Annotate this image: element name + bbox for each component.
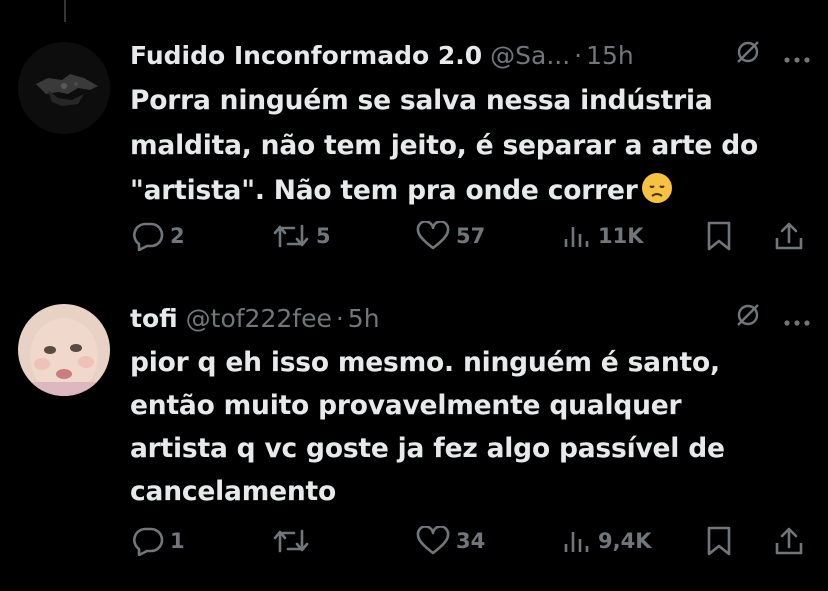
like-count: 57 <box>456 224 486 248</box>
reply-icon <box>133 527 164 556</box>
retweet-button[interactable]: 5 <box>272 222 331 250</box>
author-name[interactable]: Fudido Inconformado 2.0 <box>130 41 482 70</box>
dot-separator: · <box>335 303 344 333</box>
views-button[interactable]: 11K <box>562 221 644 251</box>
views-icon <box>564 227 589 247</box>
retweet-count: 5 <box>316 224 331 248</box>
like-icon <box>416 221 450 250</box>
tweet-text-line: cancelamento <box>130 476 337 507</box>
bookmark-icon <box>707 221 731 251</box>
avatar[interactable] <box>18 42 110 134</box>
tweet-text-line: maldita, não tem jeito, é separar a arte… <box>130 130 758 161</box>
tweet-text-line: então muito provavelmente qualquer <box>130 390 682 421</box>
author-handle[interactable]: @tof222fee <box>186 304 332 333</box>
grok-icon[interactable] <box>734 38 762 72</box>
tweet-text-line: pior q eh isso mesmo. ninguém é santo, <box>130 347 720 378</box>
tweet-text: pior q eh isso mesmo. ninguém é santo, e… <box>130 341 810 513</box>
views-icon <box>564 532 589 552</box>
share-button[interactable] <box>774 220 804 252</box>
like-icon <box>416 526 450 555</box>
thread-line <box>64 0 66 22</box>
reply-icon <box>133 222 164 251</box>
tweet-text-line: Porra ninguém se salva nessa indústria <box>130 85 713 116</box>
views-count: 11K <box>598 224 644 248</box>
reply-count: 2 <box>170 224 185 248</box>
retweet-icon <box>273 224 309 248</box>
disappointed-face-emoji <box>641 173 672 203</box>
share-icon <box>775 527 803 555</box>
reply-button[interactable]: 2 <box>132 221 185 251</box>
avatar[interactable] <box>18 304 110 396</box>
author-name[interactable]: tofi <box>130 304 178 333</box>
retweet-button[interactable] <box>272 527 316 555</box>
more-icon[interactable] <box>784 304 810 333</box>
dot-separator: · <box>574 40 583 70</box>
tweet-text-line: artista q vc goste ja fez algo passível … <box>130 433 725 464</box>
timestamp[interactable]: 15h <box>586 41 634 70</box>
views-count: 9,4K <box>598 529 652 553</box>
bookmark-button[interactable] <box>706 220 732 252</box>
like-button[interactable]: 57 <box>416 221 485 251</box>
tweet-text-line-text: "artista". Não tem pra onde correr <box>130 175 638 206</box>
like-button[interactable]: 34 <box>416 526 485 556</box>
bookmark-icon <box>707 526 731 556</box>
share-icon <box>775 222 803 250</box>
like-count: 34 <box>456 529 486 553</box>
more-icon[interactable] <box>784 41 810 70</box>
grok-icon[interactable] <box>734 301 762 335</box>
tweet-text: Porra ninguém se salva nessa indústria m… <box>130 78 810 213</box>
bookmark-button[interactable] <box>706 525 732 557</box>
reply-button[interactable]: 1 <box>132 526 185 556</box>
tweet-text-line: "artista". Não tem pra onde correr <box>130 168 810 213</box>
share-button[interactable] <box>774 525 804 557</box>
timestamp[interactable]: 5h <box>348 304 380 333</box>
reply-count: 1 <box>170 529 185 553</box>
views-button[interactable]: 9,4K <box>562 526 651 556</box>
retweet-icon <box>273 529 309 553</box>
author-handle[interactable]: @Sa... <box>490 41 570 70</box>
